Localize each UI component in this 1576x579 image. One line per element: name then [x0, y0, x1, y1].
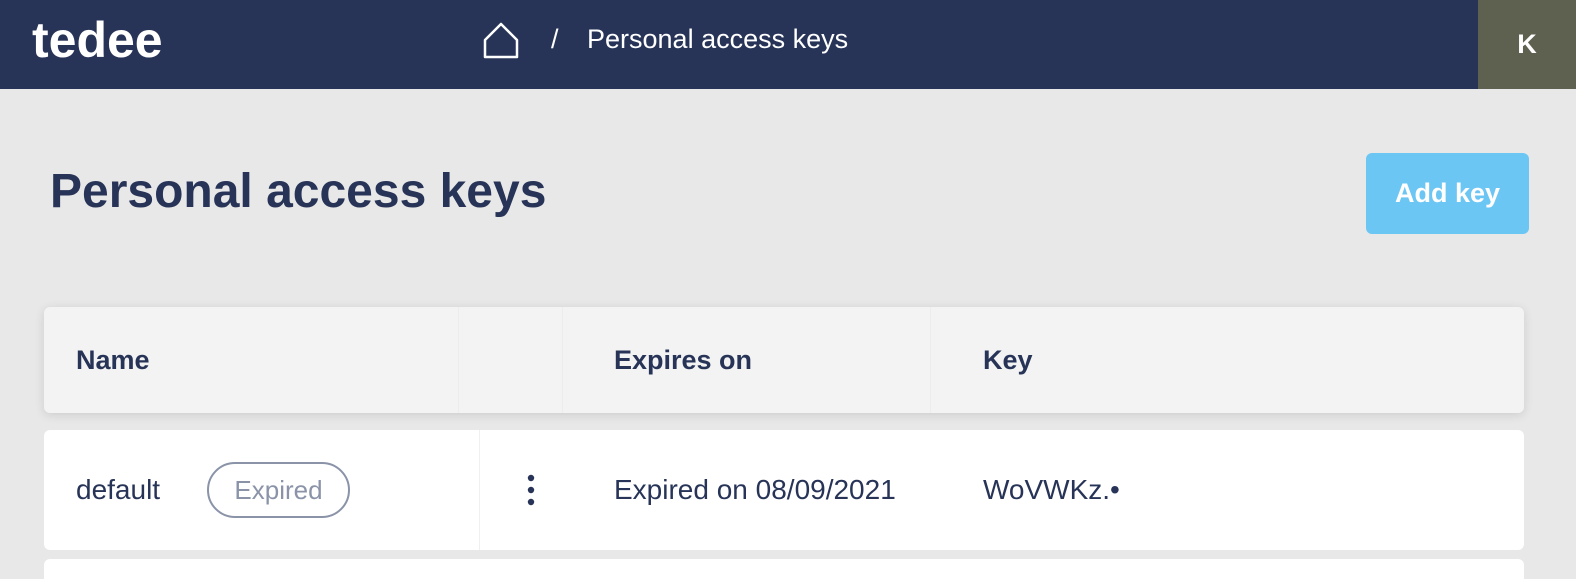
table-row-partial — [44, 559, 1524, 579]
column-header-expires: Expires on — [614, 344, 753, 375]
user-avatar[interactable]: K — [1478, 0, 1576, 89]
header-divider — [458, 307, 459, 413]
avatar-initial: K — [1517, 29, 1537, 59]
more-options-icon[interactable] — [519, 473, 543, 507]
page-title: Personal access keys — [50, 165, 547, 218]
breadcrumb-current: Personal access keys — [587, 24, 849, 54]
row-divider — [479, 430, 480, 550]
table-header: Name Expires on Key — [44, 307, 1524, 413]
add-key-button[interactable]: Add key — [1366, 153, 1529, 234]
expires-on-cell: Expired on 08/09/2021 — [614, 474, 896, 505]
keys-table: Name Expires on Key default Expired Expi… — [44, 307, 1524, 579]
column-header-key: Key — [983, 344, 1033, 375]
key-cell: WoVWKz.• — [983, 474, 1120, 505]
tedee-logo[interactable]: tedee — [32, 10, 163, 70]
status-badge: Expired — [207, 462, 350, 518]
table-row[interactable]: default Expired Expired on 08/09/2021 Wo… — [44, 430, 1524, 550]
breadcrumb-separator: / — [551, 24, 559, 54]
header-divider — [562, 307, 563, 413]
home-icon[interactable] — [482, 20, 520, 60]
header-divider — [930, 307, 931, 413]
column-header-name: Name — [76, 344, 150, 375]
top-bar: tedee / Personal access keys K — [0, 0, 1576, 89]
key-name: default — [76, 474, 161, 505]
